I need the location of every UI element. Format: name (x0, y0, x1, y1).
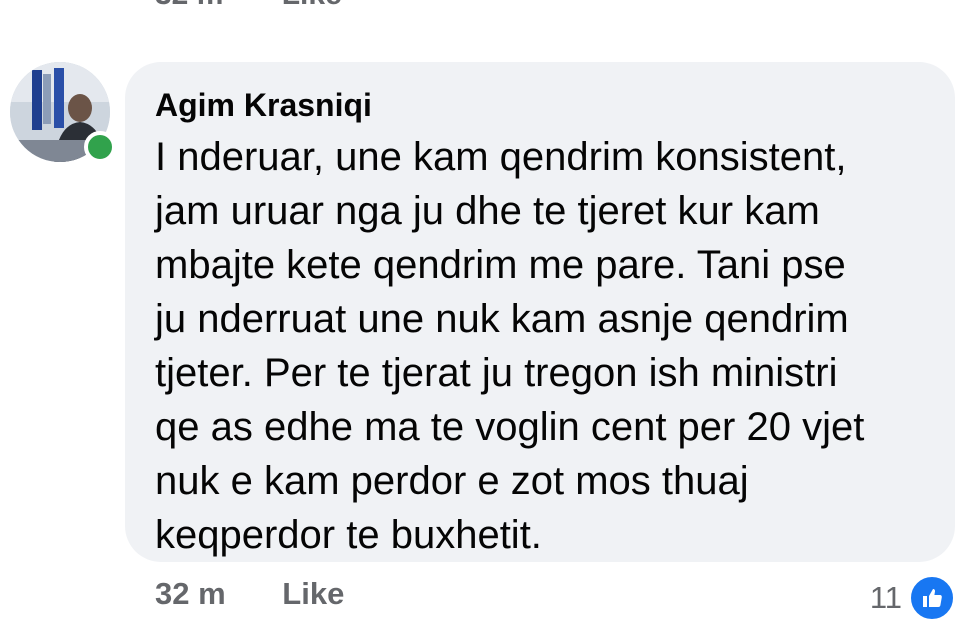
thumbs-up-icon (908, 574, 956, 622)
previous-comment-time: 32 m (155, 0, 223, 11)
comment-line: nuk e kam perdor e zot mos thuaj (155, 459, 749, 503)
comment-line: ju nderruat une nuk kam asnje qendrim (155, 297, 849, 341)
online-status-indicator (84, 131, 116, 163)
comment-timestamp[interactable]: 32 m (155, 576, 226, 611)
comment-author-name[interactable]: Agim Krasniqi (155, 82, 925, 128)
reaction-count: 11 (869, 580, 902, 615)
previous-comment-meta: 32 m Like (155, 0, 392, 12)
comment-meta: 32 m Like (155, 576, 344, 612)
previous-comment-like-link[interactable]: Like (282, 0, 342, 11)
comment-line: keqperdor te buxhetit. (155, 513, 542, 557)
comment-line: mbajte kete qendrim me pare. Tani pse (155, 243, 846, 287)
comment-thread: 32 m Like Agim Krasniqi I nderuar, une k… (0, 0, 980, 631)
comment-text: I nderuar, une kam qendrim konsistent, j… (155, 130, 925, 562)
comment-line: jam uruar nga ju dhe te tjeret kur kam (155, 189, 820, 233)
comment-line: qe as edhe ma te voglin cent per 20 vjet (155, 405, 865, 449)
comment-bubble: Agim Krasniqi I nderuar, une kam qendrim… (125, 62, 955, 562)
like-button[interactable]: Like (282, 576, 344, 611)
reactions-summary[interactable]: 11 (870, 574, 956, 622)
comment-line: tjeter. Per te tjerat ju tregon ish mini… (155, 351, 838, 395)
comment-line: I nderuar, une kam qendrim konsistent, (155, 135, 847, 179)
